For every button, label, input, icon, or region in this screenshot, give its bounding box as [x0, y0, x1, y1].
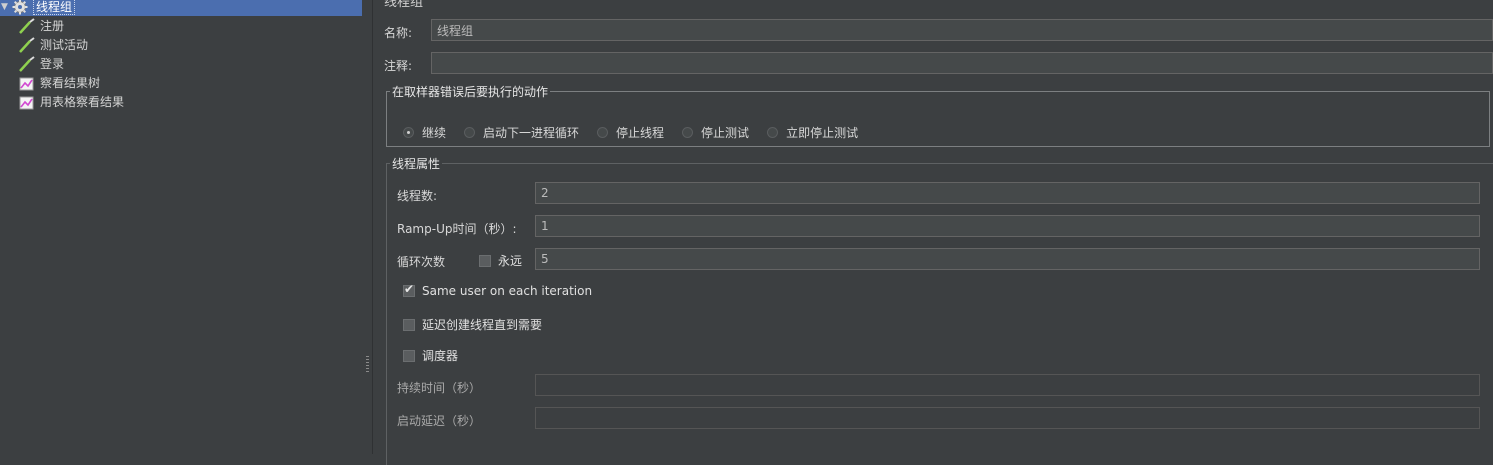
- loop-count-input[interactable]: [535, 248, 1480, 270]
- tree-node-view-results-tree[interactable]: 察看结果树: [18, 74, 100, 92]
- sampler-error-action-group: 在取样器错误后要执行的动作 继续 启动下一进程循环 停止线程 停止测试 立即停止…: [386, 83, 1490, 147]
- tree-node-label: 测试活动: [40, 38, 89, 52]
- chart-icon: [19, 77, 34, 91]
- panel-title: 线程组: [384, 0, 424, 10]
- thread-count-input[interactable]: [535, 182, 1480, 204]
- checkbox-checked-icon[interactable]: [403, 282, 415, 297]
- rampup-label: Ramp-Up时间（秒）:: [397, 222, 517, 236]
- scheduler-checkbox[interactable]: 调度器: [403, 347, 458, 364]
- tree-node-label: 用表格察看结果: [40, 95, 125, 109]
- name-label: 名称:: [384, 26, 413, 40]
- checkbox-icon[interactable]: [403, 318, 415, 331]
- thread-count-label: 线程数:: [397, 189, 438, 203]
- rampup-input[interactable]: [535, 215, 1480, 237]
- tree-node-thread-group[interactable]: ▼ 线程组: [0, 0, 362, 16]
- pipette-icon: [19, 37, 35, 53]
- loop-count-label: 循环次数: [397, 255, 446, 269]
- error-action-options: 继续 启动下一进程循环 停止线程 停止测试 立即停止测试: [403, 124, 876, 141]
- radio-stop-test-now[interactable]: 立即停止测试: [767, 124, 858, 141]
- radio-icon[interactable]: [767, 127, 779, 138]
- radio-icon[interactable]: [682, 127, 694, 138]
- startup-delay-input[interactable]: [535, 407, 1480, 429]
- startup-delay-label: 启动延迟（秒）: [397, 414, 482, 428]
- tree-node-login[interactable]: 登录: [18, 55, 64, 73]
- duration-input[interactable]: [535, 374, 1480, 396]
- expand-arrow-icon[interactable]: ▼: [1, 0, 11, 16]
- chart-icon: [19, 96, 34, 110]
- test-plan-tree[interactable]: ▼ 线程组 注册 测试活动 登录 察看结果树 用表格察看结果: [0, 0, 363, 454]
- gear-icon: [12, 0, 28, 15]
- radio-start-next-loop[interactable]: 启动下一进程循环: [464, 124, 579, 141]
- name-input[interactable]: [431, 19, 1493, 41]
- tree-node-label: 注册: [40, 19, 65, 33]
- comment-label: 注释:: [384, 59, 413, 73]
- drag-handle-icon[interactable]: [366, 356, 369, 372]
- comment-input[interactable]: [431, 52, 1493, 74]
- tree-node-label: 察看结果树: [40, 76, 101, 90]
- group-legend: 线程属性: [392, 157, 441, 171]
- delay-thread-creation-checkbox[interactable]: 延迟创建线程直到需要: [403, 316, 542, 333]
- checkbox-icon[interactable]: [403, 349, 415, 362]
- pipette-icon: [19, 18, 35, 34]
- tree-node-view-results-table[interactable]: 用表格察看结果: [18, 93, 124, 111]
- thread-group-panel: 线程组 名称: 注释: 在取样器错误后要执行的动作 继续 启动下一进程循环 停止…: [373, 0, 1493, 465]
- radio-stop-test[interactable]: 停止测试: [682, 124, 749, 141]
- tree-node-test-activity[interactable]: 测试活动: [18, 36, 88, 54]
- same-user-checkbox[interactable]: Same user on each iteration: [403, 282, 592, 298]
- radio-continue[interactable]: 继续: [403, 124, 446, 141]
- tree-node-label: 线程组: [33, 0, 76, 15]
- duration-label: 持续时间（秒）: [397, 381, 482, 395]
- radio-stop-thread[interactable]: 停止线程: [597, 124, 664, 141]
- tree-node-register[interactable]: 注册: [18, 17, 64, 35]
- checkbox-icon[interactable]: [479, 254, 491, 267]
- pipette-icon: [19, 56, 35, 72]
- group-legend: 在取样器错误后要执行的动作: [392, 85, 549, 99]
- radio-icon[interactable]: [464, 127, 476, 138]
- radio-selected-icon[interactable]: [403, 127, 414, 138]
- forever-checkbox[interactable]: 永远: [479, 252, 522, 269]
- tree-node-label: 登录: [40, 57, 65, 71]
- radio-icon[interactable]: [597, 127, 609, 138]
- split-pane-divider[interactable]: [362, 0, 373, 454]
